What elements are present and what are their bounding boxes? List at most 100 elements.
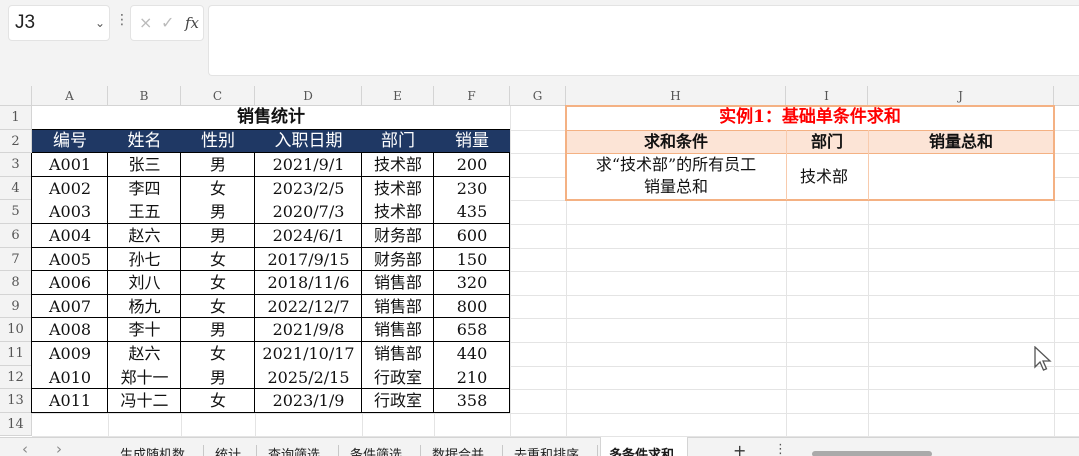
- column-header-e[interactable]: E: [362, 86, 434, 106]
- chevron-down-icon[interactable]: ⌄: [95, 16, 105, 30]
- table-cell[interactable]: 2017/9/15: [255, 248, 362, 272]
- table-cell[interactable]: 李四: [108, 177, 181, 201]
- add-sheet-icon[interactable]: +: [733, 441, 746, 456]
- table-cell[interactable]: 销售部: [362, 342, 434, 366]
- table-cell[interactable]: A003: [32, 200, 108, 224]
- table-cell[interactable]: 2025/2/15: [255, 366, 362, 390]
- table-cell[interactable]: 女: [181, 177, 255, 201]
- table-cell[interactable]: 2023/1/9: [255, 389, 362, 413]
- function-icon[interactable]: fx: [185, 14, 199, 32]
- table-cell[interactable]: 230: [434, 177, 510, 201]
- table-cell[interactable]: 2023/2/5: [255, 177, 362, 201]
- sheet-tab-2[interactable]: 查询筛选: [268, 444, 320, 456]
- table-cell[interactable]: 150: [434, 248, 510, 272]
- table-cell[interactable]: 冯十二: [108, 389, 181, 413]
- row-header-8[interactable]: 8: [0, 271, 32, 295]
- table-cell[interactable]: 技术部: [362, 200, 434, 224]
- table-cell[interactable]: 女: [181, 342, 255, 366]
- name-box[interactable]: J3 ⌄: [8, 5, 110, 41]
- column-header-i[interactable]: I: [786, 86, 868, 106]
- table-cell[interactable]: 658: [434, 318, 510, 342]
- table-cell[interactable]: 男: [181, 200, 255, 224]
- table-cell[interactable]: 男: [181, 318, 255, 342]
- table-cell[interactable]: A005: [32, 248, 108, 272]
- table-cell[interactable]: 行政室: [362, 366, 434, 390]
- table-cell[interactable]: A008: [32, 318, 108, 342]
- column-header-k[interactable]: [1054, 86, 1079, 106]
- enter-icon[interactable]: ✓: [161, 13, 174, 32]
- row-header-3[interactable]: 3: [0, 153, 32, 177]
- row-header-1[interactable]: 1: [0, 106, 32, 130]
- sales-header-1[interactable]: 姓名: [108, 129, 181, 154]
- cancel-icon[interactable]: ×: [139, 13, 152, 32]
- table-cell[interactable]: 200: [434, 153, 510, 177]
- sales-table-title[interactable]: 销售统计: [32, 106, 510, 130]
- column-header-a[interactable]: A: [32, 86, 108, 106]
- more-vertical-icon[interactable]: ⋮: [115, 12, 129, 28]
- table-cell[interactable]: 行政室: [362, 389, 434, 413]
- table-cell[interactable]: 赵六: [108, 342, 181, 366]
- sheet-tab-1[interactable]: 统计: [215, 444, 241, 456]
- table-cell[interactable]: 2021/9/8: [255, 318, 362, 342]
- table-cell[interactable]: 郑十一: [108, 366, 181, 390]
- table-cell[interactable]: 男: [181, 224, 255, 248]
- table-cell[interactable]: A007: [32, 295, 108, 319]
- table-cell[interactable]: 张三: [108, 153, 181, 177]
- sales-header-4[interactable]: 部门: [362, 129, 434, 154]
- table-cell[interactable]: A010: [32, 366, 108, 390]
- column-header-b[interactable]: B: [108, 86, 181, 106]
- horizontal-scrollbar[interactable]: [812, 451, 932, 456]
- table-cell[interactable]: 435: [434, 200, 510, 224]
- table-cell[interactable]: 2024/6/1: [255, 224, 362, 248]
- table-cell[interactable]: A004: [32, 224, 108, 248]
- row-header-7[interactable]: 7: [0, 247, 32, 272]
- sales-header-2[interactable]: 性别: [181, 129, 255, 154]
- sheet-tab-4[interactable]: 数据合并: [432, 444, 484, 456]
- table-cell[interactable]: 男: [181, 366, 255, 390]
- table-cell[interactable]: 销售部: [362, 318, 434, 342]
- table-cell[interactable]: 财务部: [362, 224, 434, 248]
- table-cell[interactable]: 210: [434, 366, 510, 390]
- table-cell[interactable]: 320: [434, 271, 510, 295]
- table-cell[interactable]: 女: [181, 389, 255, 413]
- table-cell[interactable]: 2021/9/1: [255, 153, 362, 177]
- sales-header-0[interactable]: 编号: [32, 129, 108, 154]
- table-cell[interactable]: 李十: [108, 318, 181, 342]
- row-header-4[interactable]: 4: [0, 176, 32, 201]
- table-cell[interactable]: 440: [434, 342, 510, 366]
- table-cell[interactable]: 358: [434, 389, 510, 413]
- table-cell[interactable]: A011: [32, 389, 108, 413]
- table-cell[interactable]: A002: [32, 177, 108, 201]
- row-header-14[interactable]: 14: [0, 412, 32, 437]
- column-header-h[interactable]: H: [566, 86, 786, 106]
- sales-header-3[interactable]: 入职日期: [255, 129, 362, 154]
- row-header-12[interactable]: 12: [0, 365, 32, 390]
- table-cell[interactable]: 2021/10/17: [255, 342, 362, 366]
- table-cell[interactable]: 2022/12/7: [255, 295, 362, 319]
- table-cell[interactable]: 800: [434, 295, 510, 319]
- sheet-tab-3[interactable]: 条件筛选: [350, 444, 402, 456]
- table-cell[interactable]: A006: [32, 271, 108, 295]
- column-header-d[interactable]: D: [255, 86, 362, 106]
- row-header-5[interactable]: 5: [0, 200, 32, 224]
- table-cell[interactable]: 600: [434, 224, 510, 248]
- table-cell[interactable]: 2020/7/3: [255, 200, 362, 224]
- table-cell[interactable]: 销售部: [362, 295, 434, 319]
- row-header-6[interactable]: 6: [0, 224, 32, 248]
- table-cell[interactable]: 财务部: [362, 248, 434, 272]
- row-header-9[interactable]: 9: [0, 294, 32, 319]
- column-header-c[interactable]: C: [181, 86, 255, 106]
- table-cell[interactable]: 女: [181, 248, 255, 272]
- more-sheets-icon[interactable]: ⋮: [774, 442, 787, 456]
- row-header-13[interactable]: 13: [0, 389, 32, 413]
- table-cell[interactable]: 2018/11/6: [255, 271, 362, 295]
- table-cell[interactable]: A009: [32, 342, 108, 366]
- table-cell[interactable]: A001: [32, 153, 108, 177]
- row-header-10[interactable]: 10: [0, 318, 32, 342]
- table-cell[interactable]: 女: [181, 295, 255, 319]
- row-header-11[interactable]: 11: [0, 342, 32, 366]
- table-cell[interactable]: 刘八: [108, 271, 181, 295]
- sheet-tab-5[interactable]: 去重和排序: [514, 444, 579, 456]
- table-cell[interactable]: 销售部: [362, 271, 434, 295]
- formula-input[interactable]: [208, 5, 1079, 76]
